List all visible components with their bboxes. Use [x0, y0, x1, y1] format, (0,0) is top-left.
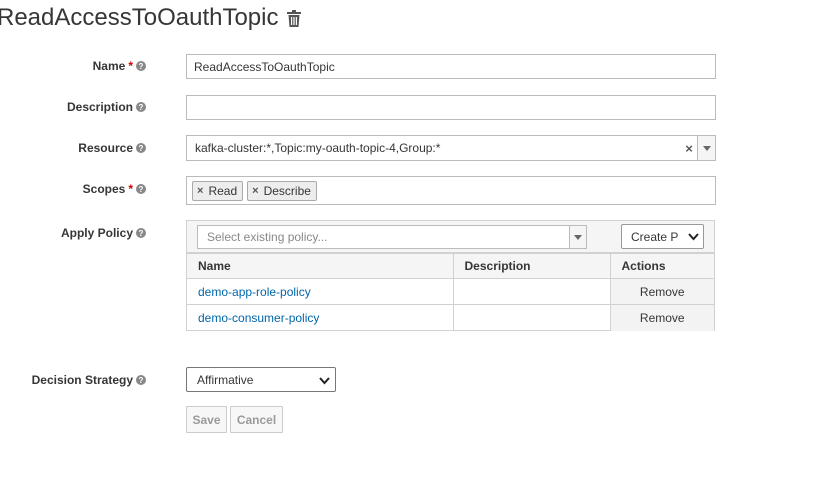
help-icon[interactable]: ? [136, 228, 146, 238]
policy-link[interactable]: demo-app-role-policy [198, 285, 311, 299]
decision-strategy-label: Decision Strategy ? [13, 372, 146, 388]
create-policy-label: Create P [631, 229, 679, 244]
create-policy-select[interactable]: Create P [621, 224, 704, 249]
table-row: demo-app-role-policy Remove [187, 278, 715, 305]
save-button[interactable]: Save [186, 406, 227, 433]
remove-tag-icon[interactable]: × [197, 185, 203, 197]
page-title: ReadAccessToOauthTopic [0, 4, 302, 32]
page-title-text: ReadAccessToOauthTopic [0, 4, 279, 31]
svg-text:?: ? [139, 376, 144, 385]
policy-description-cell [452, 278, 611, 305]
trash-icon[interactable] [287, 9, 302, 27]
svg-text:?: ? [139, 103, 144, 112]
svg-text:?: ? [139, 62, 144, 71]
help-icon[interactable]: ? [136, 61, 146, 71]
policy-description-cell [452, 304, 611, 331]
scope-tag-label: Read [208, 183, 238, 198]
scope-tag-label: Describe [263, 183, 311, 198]
resource-value: kafka-cluster:*,Topic:my-oauth-topic-4,G… [195, 141, 441, 155]
policy-name-cell: demo-consumer-policy [187, 304, 454, 331]
policy-link[interactable]: demo-consumer-policy [198, 311, 319, 325]
clear-icon[interactable]: × [681, 141, 697, 156]
policy-select-placeholder: Select existing policy... [207, 230, 328, 244]
policy-toolbar: Select existing policy... Create P [187, 221, 714, 253]
help-icon[interactable]: ? [136, 102, 146, 112]
apply-policy-label: Apply Policy ? [13, 225, 146, 241]
help-icon[interactable]: ? [136, 184, 146, 194]
actions-cell: Remove [609, 304, 715, 331]
column-header-name: Name [187, 253, 454, 279]
remove-tag-icon[interactable]: × [252, 185, 258, 197]
svg-text:?: ? [139, 144, 144, 153]
scopes-label: Scopes * ? [13, 181, 146, 197]
apply-policy-label-text: Apply Policy [60, 226, 133, 240]
resource-select[interactable]: kafka-cluster:*,Topic:my-oauth-topic-4,G… [186, 135, 716, 161]
required-mark: * [128, 59, 133, 73]
chevron-down-icon[interactable] [697, 136, 715, 160]
scope-tag: × Describe [247, 180, 317, 201]
name-label-text: Name [92, 59, 126, 73]
help-icon[interactable]: ? [136, 143, 146, 153]
remove-button[interactable]: Remove [611, 305, 715, 331]
chevron-down-icon [319, 377, 330, 385]
required-mark: * [128, 182, 133, 196]
policy-select[interactable]: Select existing policy... [197, 225, 587, 249]
cancel-button[interactable]: Cancel [230, 406, 283, 433]
policy-panel: Select existing policy... Create P Name … [186, 220, 715, 331]
remove-button[interactable]: Remove [611, 279, 715, 304]
svg-text:?: ? [139, 229, 144, 238]
description-label: Description ? [13, 99, 146, 115]
resource-label: Resource ? [13, 140, 146, 156]
help-icon[interactable]: ? [136, 375, 146, 385]
resource-label-text: Resource [78, 141, 133, 155]
chevron-down-icon[interactable] [569, 226, 586, 248]
description-field[interactable] [186, 95, 716, 120]
column-header-actions: Actions [609, 253, 714, 279]
decision-strategy-value: Affirmative [197, 372, 254, 387]
svg-text:?: ? [139, 185, 144, 194]
scopes-field[interactable]: × Read × Describe [186, 176, 716, 205]
name-field[interactable]: ReadAccessToOauthTopic [186, 54, 716, 79]
scope-tag: × Read [192, 180, 244, 201]
description-label-text: Description [66, 100, 133, 114]
policy-name-cell: demo-app-role-policy [187, 278, 454, 305]
name-label: Name * ? [13, 58, 146, 74]
table-row: demo-consumer-policy Remove [187, 304, 715, 331]
decision-strategy-select[interactable]: Affirmative [186, 367, 336, 392]
actions-cell: Remove [609, 278, 715, 305]
scopes-label-text: Scopes [82, 182, 126, 196]
decision-strategy-label-text: Decision Strategy [31, 373, 133, 387]
chevron-down-icon [688, 233, 699, 241]
policy-table: Name Description Actions demo-app-role-p… [187, 253, 714, 331]
column-header-description: Description [452, 253, 611, 279]
